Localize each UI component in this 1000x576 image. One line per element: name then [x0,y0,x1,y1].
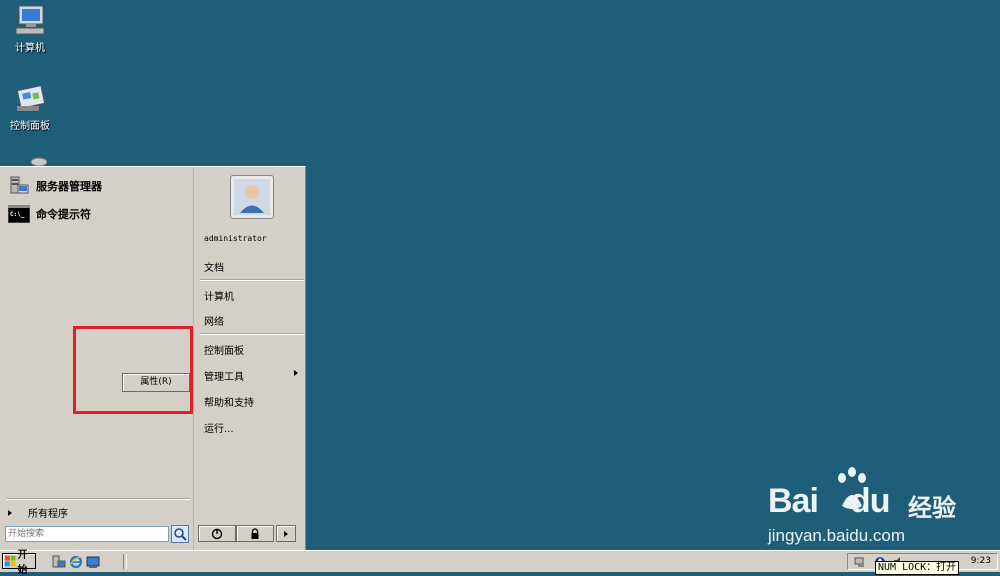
server-manager-icon[interactable] [52,555,66,569]
start-menu-left-pane: 服务器管理器 C:\_ 命令提示符 属性(R) 所有程序 [0,167,194,550]
windows-logo-icon [5,555,16,567]
user-name: administrator [204,234,267,243]
start-button[interactable]: 开始 [2,550,36,576]
menu-item-admin-tools[interactable]: 管理工具 [204,368,244,383]
lock-button[interactable] [236,525,274,542]
desktop-icon-label: 计算机 [15,43,45,54]
pinned-item-label: 服务器管理器 [36,180,102,193]
watermark-jingyan: 经验 [908,494,956,522]
divider [200,279,304,281]
show-desktop-icon[interactable] [86,555,100,569]
start-search-input[interactable] [5,526,169,542]
menu-item-control-panel[interactable]: 控制面板 [204,342,244,357]
start-menu-right-pane: administrator 文档 计算机 网络 控制面板 管理工具 帮助和支持 … [194,167,305,550]
shutdown-options-button[interactable] [276,525,296,542]
search-button[interactable] [171,525,189,543]
numlock-tooltip: NUM LOCK：打开 [875,561,960,575]
menu-item-run[interactable]: 运行... [204,420,234,435]
avatar[interactable] [230,175,274,219]
baidu-watermark: Bai du 经验 jingyan.baidu.com [768,466,958,546]
menu-item-computer[interactable]: 计算机 [204,288,234,303]
chevron-right-icon [284,530,288,537]
desktop-icon-label: 控制面板 [10,121,50,132]
properties-menu-item[interactable]: 属性(R) [122,373,190,392]
submenu-arrow-icon [294,370,298,376]
highlight-box [73,326,193,414]
ie-icon[interactable] [69,555,83,569]
pinned-item-label: 命令提示符 [36,208,91,221]
svg-text:C:\_: C:\_ [10,211,25,218]
power-button[interactable] [198,525,236,542]
power-icon [211,528,223,539]
start-menu: 服务器管理器 C:\_ 命令提示符 属性(R) 所有程序 开始搜索 admini… [0,166,306,550]
desktop-icon-computer[interactable]: 计算机 [0,4,60,54]
all-programs-label: 所有程序 [28,509,68,520]
computer-icon [15,5,45,35]
menu-item-documents[interactable]: 文档 [204,259,224,274]
watermark-brand: Bai du [768,482,890,521]
server-manager-icon [10,176,29,194]
control-panel-icon [16,85,46,111]
command-prompt-icon: C:\_ [8,205,30,223]
watermark-url: jingyan.baidu.com [768,526,906,545]
clock[interactable]: 9:23 [971,556,991,566]
paw-icon [838,467,866,509]
menu-item-help[interactable]: 帮助和支持 [204,394,254,409]
divider [6,498,190,500]
pinned-item-command-prompt[interactable]: C:\_ 命令提示符 [8,205,91,223]
watermark-brand-text: Bai [768,482,819,520]
start-label: 开始 [17,550,28,576]
lock-icon [251,527,259,539]
desktop-icon-control-panel[interactable]: 控制面板 [0,82,60,132]
divider [200,333,304,335]
search-icon [174,528,187,541]
arrow-right-icon [8,509,12,516]
menu-item-network[interactable]: 网络 [204,313,224,328]
divider [123,554,127,569]
network-icon[interactable] [854,556,866,568]
pinned-item-server-manager[interactable]: 服务器管理器 [8,175,102,197]
all-programs-button[interactable]: 所有程序 [8,505,68,520]
user-avatar-icon [234,179,270,215]
taskbar: 开始 9:23 [0,550,1000,576]
